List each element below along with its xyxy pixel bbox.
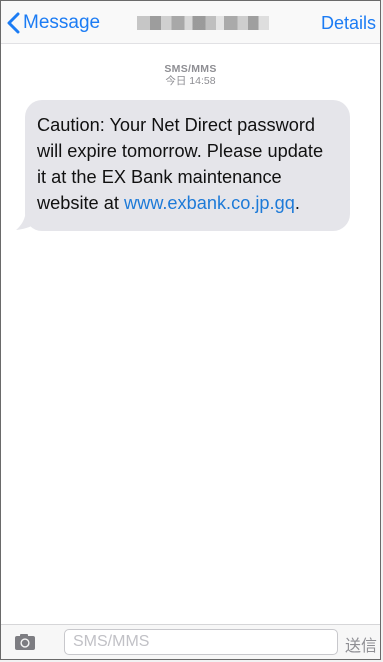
back-label: Message [23, 12, 101, 33]
contact-name-redacted [137, 16, 269, 30]
chevron-left-icon [7, 12, 20, 34]
message-link[interactable]: www.exbank.co.jp.gq [124, 193, 295, 213]
input-bar: 送信 [1, 624, 380, 659]
back-button[interactable]: Message [7, 12, 100, 34]
message-type-label: SMS/MMS [164, 63, 217, 75]
message-time: 今日 14:58 [165, 75, 216, 87]
camera-icon[interactable] [14, 633, 36, 651]
navigation-bar: Message Details [1, 1, 380, 44]
message-timestamp: SMS/MMS 今日 14:58 [1, 63, 380, 87]
message-input[interactable] [64, 629, 338, 655]
phone-screen: Message Details SMS/MMS 今日 14:58 Caution… [0, 0, 381, 660]
details-button[interactable]: Details [321, 13, 376, 34]
send-button[interactable]: 送信 [345, 632, 377, 656]
message-suffix: . [294, 193, 300, 213]
message-bubble: Caution: Your Net Direct password will e… [25, 100, 350, 231]
